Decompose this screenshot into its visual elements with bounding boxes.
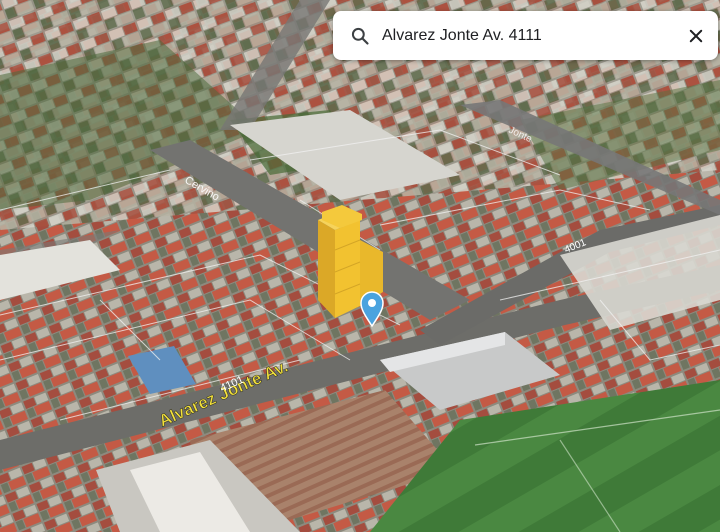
close-icon[interactable] — [682, 22, 710, 50]
search-input[interactable]: Alvarez Jonte Av. 4111 — [382, 27, 682, 45]
satellite-3d-map[interactable]: Alvarez Jonte Av. 4101 4001 Cervino Jont… — [0, 0, 720, 532]
search-icon[interactable] — [348, 24, 372, 48]
map-view[interactable]: Alvarez Jonte Av. 4101 4001 Cervino Jont… — [0, 0, 720, 532]
search-box[interactable]: Alvarez Jonte Av. 4111 — [333, 11, 718, 60]
